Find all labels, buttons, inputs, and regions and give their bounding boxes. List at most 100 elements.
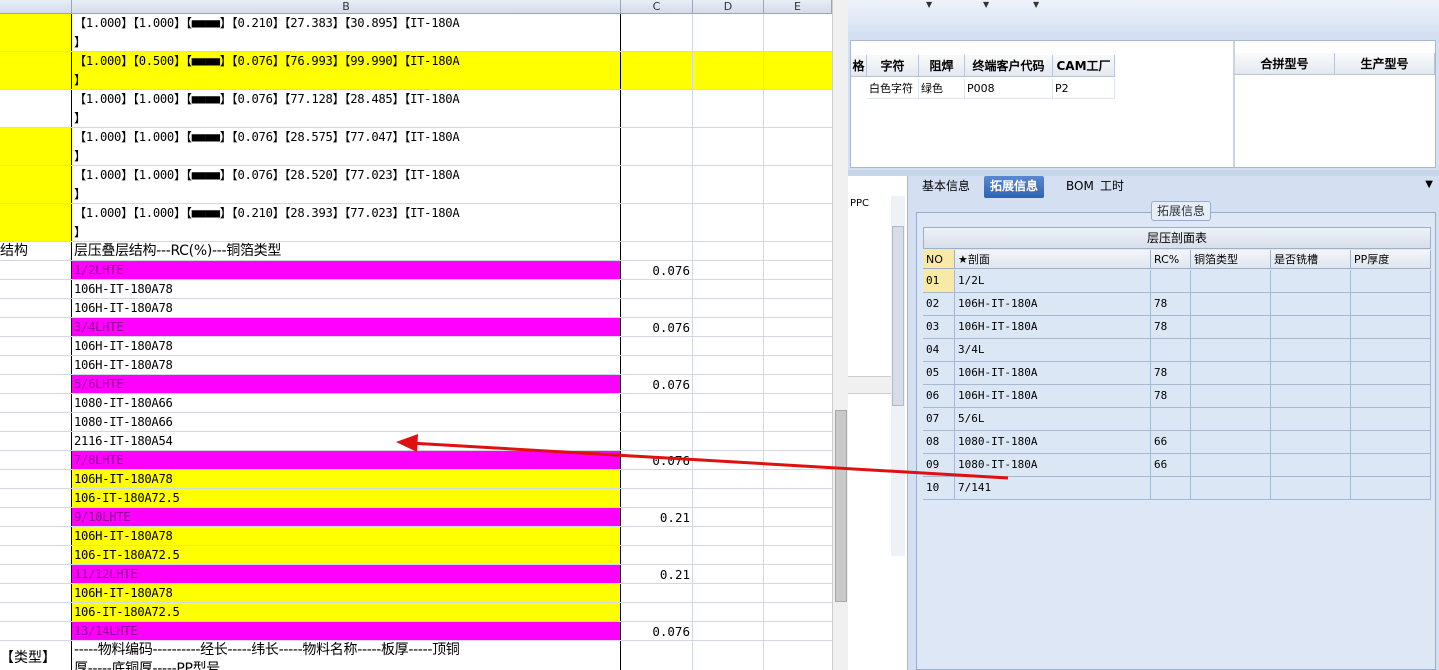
cell-a[interactable]	[0, 375, 72, 393]
grid-cell[interactable]: 3/4L	[955, 339, 1151, 361]
cell-a[interactable]	[0, 470, 72, 488]
cell-d[interactable]	[693, 356, 764, 374]
grid-cell[interactable]	[1271, 270, 1351, 292]
cell-b[interactable]: 【1.000】【1.000】【■■■■】【0.210】【27.383】【30.8…	[72, 14, 621, 51]
cell-a[interactable]: 【类型】	[0, 641, 72, 670]
cell-d[interactable]	[693, 622, 764, 640]
grid-cell[interactable]	[1151, 339, 1191, 361]
grid-cell[interactable]: 10	[923, 477, 955, 499]
cell-a[interactable]	[0, 584, 72, 602]
cell-d[interactable]	[693, 527, 764, 545]
cell-e[interactable]	[764, 90, 832, 127]
cell-c[interactable]: 0.21	[621, 565, 693, 583]
cell-c[interactable]	[621, 470, 693, 488]
grid-header[interactable]: ★剖面	[955, 250, 1151, 269]
cell-a[interactable]	[0, 622, 72, 640]
cell-b[interactable]: 层压叠层结构---RC(%)---铜箔类型	[72, 242, 621, 260]
cell-d[interactable]	[693, 584, 764, 602]
grid-cell[interactable]	[1351, 316, 1431, 338]
table-cell[interactable]: 白色字符	[867, 79, 919, 99]
grid-cell[interactable]: 106H-IT-180A	[955, 316, 1151, 338]
grid-row[interactable]: 05 106H-IT-180A 78	[923, 362, 1431, 385]
cell-e[interactable]	[764, 261, 832, 279]
cell-a[interactable]	[0, 14, 72, 51]
cell-d[interactable]	[693, 90, 764, 127]
grid-cell[interactable]: 78	[1151, 362, 1191, 384]
cell-b[interactable]: -----物料编码----------经长-----纬长-----物料名称---…	[72, 641, 621, 670]
cell-d[interactable]	[693, 318, 764, 336]
cell-c[interactable]	[621, 14, 693, 51]
cell-e[interactable]	[764, 204, 832, 241]
chevron-down-icon[interactable]: ▼	[1425, 179, 1433, 190]
grid-cell[interactable]	[1351, 362, 1431, 384]
cell-d[interactable]	[693, 375, 764, 393]
table-header[interactable]: CAM工厂	[1053, 55, 1115, 77]
grid-cell[interactable]: 04	[923, 339, 955, 361]
grid-row[interactable]: 04 3/4L	[923, 339, 1431, 362]
cell-a[interactable]	[0, 508, 72, 526]
cell-a[interactable]	[0, 280, 72, 298]
grid-cell[interactable]	[1151, 270, 1191, 292]
cell-e[interactable]	[764, 603, 832, 621]
grid-cell[interactable]	[1271, 385, 1351, 407]
cell-b[interactable]: 2116-IT-180A54	[72, 432, 621, 450]
grid-cell[interactable]	[1351, 477, 1431, 499]
cell-c[interactable]	[621, 394, 693, 412]
grid-row[interactable]: 01 1/2L	[923, 270, 1431, 293]
cell-c[interactable]	[621, 204, 693, 241]
cell-b[interactable]: 106H-IT-180A78	[72, 470, 621, 488]
grid-cell[interactable]	[1191, 270, 1271, 292]
cell-a[interactable]: 结构	[0, 242, 72, 260]
grid-header[interactable]: PP厚度	[1351, 250, 1431, 269]
cell-c[interactable]	[621, 90, 693, 127]
grid-cell[interactable]	[1351, 454, 1431, 476]
grid-cell[interactable]: 07	[923, 408, 955, 430]
grid-cell[interactable]	[1351, 408, 1431, 430]
cell-b[interactable]: 106H-IT-180A78	[72, 299, 621, 317]
cell-b[interactable]: 【1.000】【0.500】【■■■■】【0.076】【76.993】【99.9…	[72, 52, 621, 89]
grid-cell[interactable]: 66	[1151, 431, 1191, 453]
table-header[interactable]: 格	[851, 55, 867, 77]
cell-c[interactable]: 0.076	[621, 318, 693, 336]
column-header-a[interactable]	[0, 0, 72, 14]
dropdown-arrow-icon[interactable]: ▼	[983, 0, 989, 9]
column-header-c[interactable]: C	[621, 0, 693, 14]
cell-b[interactable]: 106H-IT-180A78	[72, 527, 621, 545]
cell-a[interactable]	[0, 546, 72, 564]
cell-d[interactable]	[693, 166, 764, 203]
grid-cell[interactable]: 5/6L	[955, 408, 1151, 430]
cell-d[interactable]	[693, 470, 764, 488]
grid-cell[interactable]: 7/141	[955, 477, 1151, 499]
grid-cell[interactable]: 1/2L	[955, 270, 1151, 292]
table-cell[interactable]: P2	[1053, 79, 1115, 99]
cell-e[interactable]	[764, 584, 832, 602]
grid-cell[interactable]: 106H-IT-180A	[955, 385, 1151, 407]
cell-e[interactable]	[764, 546, 832, 564]
grid-cell[interactable]	[1351, 270, 1431, 292]
table-header[interactable]: 字符	[867, 55, 919, 77]
cell-b[interactable]: 【1.000】【1.000】【■■■■】【0.076】【28.520】【77.0…	[72, 166, 621, 203]
cell-c[interactable]	[621, 603, 693, 621]
grid-cell[interactable]	[1351, 385, 1431, 407]
cell-b[interactable]: 106-IT-180A72.5	[72, 603, 621, 621]
cell-c[interactable]	[621, 584, 693, 602]
cell-c[interactable]	[621, 641, 693, 670]
grid-cell[interactable]: 05	[923, 362, 955, 384]
grid-header[interactable]: RC%	[1151, 250, 1191, 269]
cell-e[interactable]	[764, 489, 832, 507]
dropdown-arrow-icon[interactable]: ▼	[926, 0, 932, 9]
grid-cell[interactable]	[1271, 431, 1351, 453]
grid-cell[interactable]	[1351, 339, 1431, 361]
table-cell[interactable]: P008	[965, 79, 1053, 99]
cell-d[interactable]	[693, 603, 764, 621]
cell-a[interactable]	[0, 489, 72, 507]
cell-c[interactable]	[621, 546, 693, 564]
cell-e[interactable]	[764, 622, 832, 640]
cell-b[interactable]: 106H-IT-180A78	[72, 280, 621, 298]
grid-cell[interactable]	[1191, 408, 1271, 430]
grid-cell[interactable]	[1191, 431, 1271, 453]
cell-b[interactable]: 106H-IT-180A78	[72, 337, 621, 355]
cell-e[interactable]	[764, 432, 832, 450]
grid-cell[interactable]: 02	[923, 293, 955, 315]
cell-b[interactable]: 【1.000】【1.000】【■■■■】【0.210】【28.393】【77.0…	[72, 204, 621, 241]
